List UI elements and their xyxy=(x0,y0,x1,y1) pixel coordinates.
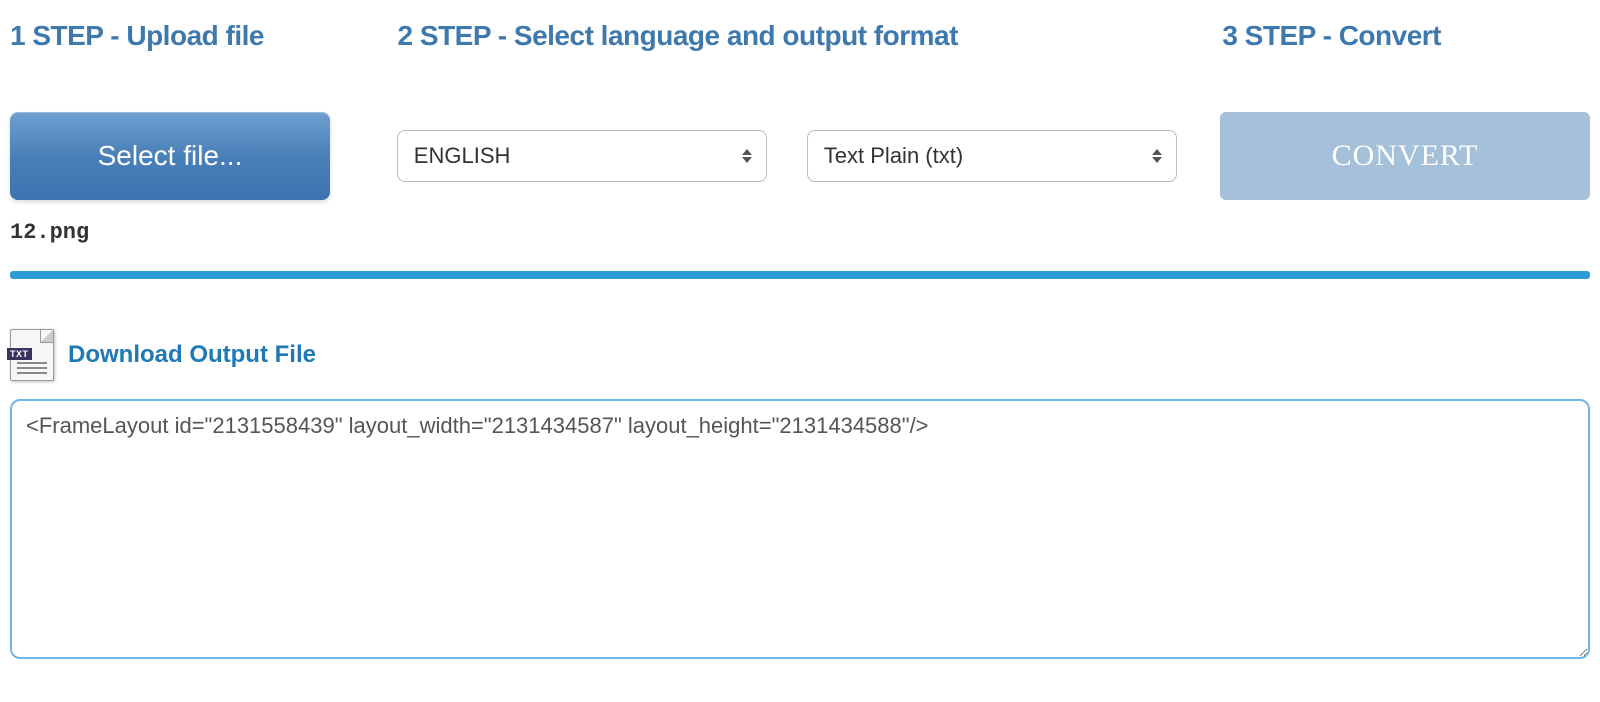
language-select-value: ENGLISH xyxy=(414,143,511,169)
output-textarea[interactable] xyxy=(10,399,1590,659)
select-file-button[interactable]: Select file... xyxy=(10,112,330,200)
txt-file-icon: TXT xyxy=(10,329,54,381)
txt-badge: TXT xyxy=(7,348,32,360)
download-row: TXT Download Output File xyxy=(10,329,1590,381)
txt-lines-decoration xyxy=(17,362,47,377)
updown-icon xyxy=(742,149,752,163)
steps-header-row: 1 STEP - Upload file 2 STEP - Select lan… xyxy=(10,20,1590,52)
format-select-value: Text Plain (txt) xyxy=(824,143,963,169)
format-select[interactable]: Text Plain (txt) xyxy=(807,130,1177,182)
step2-title: 2 STEP - Select language and output form… xyxy=(398,20,1223,52)
language-select[interactable]: ENGLISH xyxy=(397,130,767,182)
controls-row: Select file... ENGLISH Text Plain (txt) … xyxy=(10,112,1590,200)
divider xyxy=(10,271,1590,279)
updown-icon xyxy=(1152,149,1162,163)
uploaded-filename: 12.png xyxy=(10,220,1590,245)
download-output-link[interactable]: Download Output File xyxy=(68,341,316,369)
convert-button[interactable]: CONVERT xyxy=(1220,112,1590,200)
step1-title: 1 STEP - Upload file xyxy=(10,20,398,52)
step3-title: 3 STEP - Convert xyxy=(1222,20,1590,52)
